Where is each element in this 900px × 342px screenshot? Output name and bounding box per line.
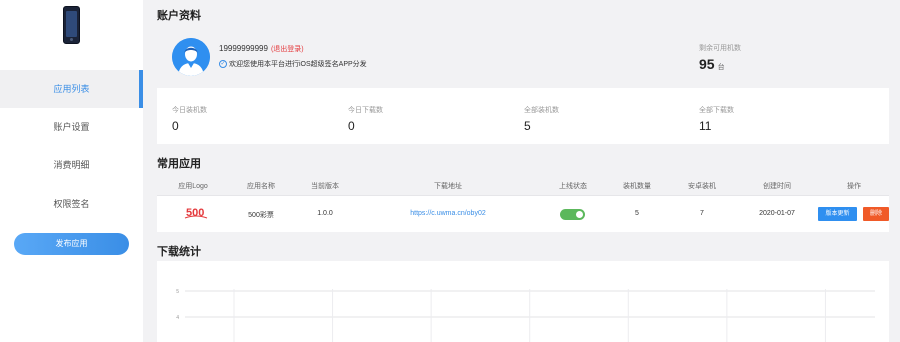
col-status: 上线状态: [559, 183, 587, 190]
phone-number: 19999999999: [219, 44, 268, 53]
account-section-title: 账户资料: [157, 10, 201, 22]
delete-button[interactable]: 删除: [863, 207, 889, 221]
sidebar-item-app-list[interactable]: 应用列表: [0, 70, 143, 108]
col-version: 当前版本: [311, 183, 339, 190]
logout-link[interactable]: (退出登录): [271, 46, 304, 53]
y-tick-label: 4: [176, 315, 179, 321]
sidebar-item-signing[interactable]: 权限签名: [0, 185, 143, 223]
app-android-installs: 7: [700, 210, 704, 217]
download-chart: 54: [176, 289, 875, 342]
apps-section-title: 常用应用: [157, 158, 201, 170]
app-version: 1.0.0: [317, 210, 333, 217]
publish-app-button[interactable]: 发布应用: [14, 233, 129, 255]
app-logo: 500: [184, 204, 208, 220]
remaining-label: 剩余可用机数: [699, 45, 741, 52]
account-header: [157, 25, 889, 88]
stat-today-installs: 今日装机数 0: [172, 107, 207, 133]
col-logo: 应用Logo: [178, 183, 208, 190]
remaining-value: 95 台: [699, 56, 725, 72]
downloads-section-title: 下载统计: [157, 246, 201, 258]
col-actions: 操作: [847, 183, 861, 190]
welcome-notice: ✓ 欢迎您使用本平台进行iOS超级签名APP分发: [219, 59, 367, 69]
stat-today-downloads: 今日下载数 0: [348, 107, 383, 133]
y-tick-label: 5: [176, 289, 179, 295]
app-created: 2020-01-07: [759, 210, 795, 217]
account-phone: 19999999999 (退出登录): [219, 44, 304, 54]
col-installs: 装机数量: [623, 183, 651, 190]
check-circle-icon: ✓: [219, 60, 227, 69]
sidebar-item-account-settings[interactable]: 账户设置: [0, 108, 143, 146]
col-created: 创建时间: [763, 183, 791, 190]
col-name: 应用名称: [247, 183, 275, 190]
col-android-installs: 安卓装机: [688, 183, 716, 190]
apps-table: 应用Logo 应用名称 当前版本 下载地址 上线状态 装机数量 安卓装机 创建时…: [157, 174, 889, 232]
download-chart-card: 54: [157, 261, 889, 342]
app-name: 500彩票: [248, 212, 274, 219]
col-url: 下载地址: [434, 183, 462, 190]
update-version-button[interactable]: 版本更新: [818, 207, 857, 221]
online-status-toggle[interactable]: [560, 209, 585, 220]
app-installs: 5: [635, 210, 639, 217]
table-header: 应用Logo 应用名称 当前版本 下载地址 上线状态 装机数量 安卓装机 创建时…: [157, 174, 889, 196]
stat-total-installs: 全部装机数 5: [524, 107, 559, 133]
stat-total-downloads: 全部下载数 11: [699, 107, 734, 133]
app-download-url[interactable]: https://c.uwma.cn/oby02: [410, 210, 485, 217]
account-card: 19999999999 (退出登录) ✓ 欢迎您使用本平台进行iOS超级签名APP分…: [157, 25, 889, 144]
sidebar: 应用列表 账户设置 消费明细 权限签名 发布应用: [0, 0, 143, 342]
sidebar-item-billing[interactable]: 消费明细: [0, 146, 143, 184]
notice-text: 欢迎您使用本平台进行iOS超级签名APP分发: [229, 61, 367, 68]
app-phone-logo: [63, 6, 80, 44]
avatar: [172, 38, 210, 76]
